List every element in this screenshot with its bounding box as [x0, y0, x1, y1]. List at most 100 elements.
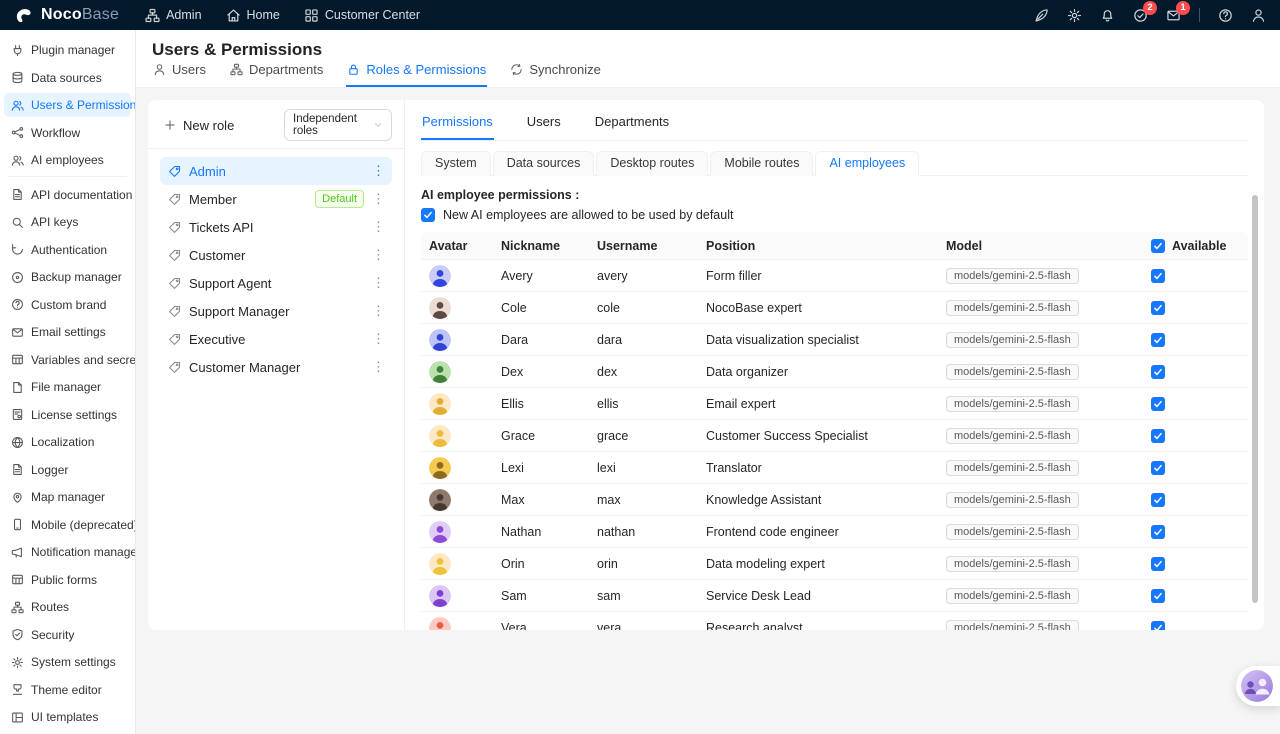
- permission-subtab-ai-employees[interactable]: AI employees: [815, 151, 919, 176]
- role-more-button[interactable]: ⋮: [372, 331, 384, 347]
- available-checkbox[interactable]: [1151, 269, 1165, 283]
- role-item-admin[interactable]: Admin⋮: [160, 157, 392, 185]
- tab-departments[interactable]: Departments: [229, 57, 324, 87]
- available-checkbox[interactable]: [1151, 557, 1165, 571]
- mail-icon: [11, 326, 24, 339]
- tasks-button[interactable]: 2: [1133, 8, 1148, 23]
- role-item-customer-manager[interactable]: Customer Manager⋮: [160, 353, 392, 381]
- sidebar-item-logger[interactable]: Logger: [4, 458, 131, 482]
- topbar-nav-home[interactable]: Home: [226, 8, 280, 23]
- sidebar-item-email-settings[interactable]: Email settings: [4, 320, 131, 344]
- permission-subtab-mobile-routes[interactable]: Mobile routes: [710, 151, 813, 176]
- permission-subtab-data-sources[interactable]: Data sources: [493, 151, 595, 176]
- default-ai-permission-row[interactable]: New AI employees are allowed to be used …: [421, 208, 1248, 222]
- topbar-divider: [1199, 8, 1200, 22]
- position-cell: Service Desk Lead: [698, 589, 938, 603]
- settings-button[interactable]: [1067, 8, 1082, 23]
- role-item-executive[interactable]: Executive⋮: [160, 325, 392, 353]
- role-type-select[interactable]: Independent roles: [284, 109, 392, 141]
- tag-icon: [168, 165, 181, 178]
- sidebar-item-map-manager[interactable]: Map manager: [4, 485, 131, 509]
- sitemap-icon: [11, 601, 24, 614]
- permission-subtab-system[interactable]: System: [421, 151, 491, 176]
- sidebar-item-custom-brand[interactable]: Custom brand: [4, 293, 131, 317]
- layout-icon: [11, 711, 24, 724]
- messages-button[interactable]: 1: [1166, 8, 1181, 23]
- table-row-orin: OrinorinData modeling expertmodels/gemin…: [421, 548, 1248, 580]
- account-button[interactable]: [1251, 8, 1266, 23]
- sidebar-item-mobile-deprecated[interactable]: Mobile (deprecated): [4, 513, 131, 537]
- sidebar-item-authentication[interactable]: Authentication: [4, 238, 131, 262]
- table-row-max: MaxmaxKnowledge Assistantmodels/gemini-2…: [421, 484, 1248, 516]
- sidebar-item-notification-manager[interactable]: Notification manager: [4, 540, 131, 564]
- sidebar-item-system-settings[interactable]: System settings: [4, 650, 131, 674]
- ai-permissions-label: AI employee permissions :: [421, 188, 1248, 202]
- sidebar-item-file-manager[interactable]: File manager: [4, 375, 131, 399]
- permissions-tab-departments[interactable]: Departments: [594, 108, 670, 140]
- available-checkbox[interactable]: [1151, 365, 1165, 379]
- role-item-support-agent[interactable]: Support Agent⋮: [160, 269, 392, 297]
- design-mode-button[interactable]: [1034, 8, 1049, 23]
- sidebar-item-backup-manager[interactable]: Backup manager: [4, 265, 131, 289]
- sidebar-item-users-permissions[interactable]: Users & Permissions: [4, 93, 131, 117]
- sidebar-item-workflow[interactable]: Workflow: [4, 121, 131, 145]
- available-checkbox[interactable]: [1151, 461, 1165, 475]
- ai-employees-fab-button[interactable]: [1236, 666, 1280, 706]
- topbar-actions: 21: [1034, 8, 1266, 23]
- pin-icon: [11, 491, 24, 504]
- available-checkbox[interactable]: [1151, 589, 1165, 603]
- sidebar-item-data-sources[interactable]: Data sources: [4, 66, 131, 90]
- new-role-button[interactable]: New role: [160, 118, 234, 133]
- sidebar-item-security[interactable]: Security: [4, 623, 131, 647]
- sidebar-item-routes[interactable]: Routes: [4, 595, 131, 619]
- permission-subtab-desktop-routes[interactable]: Desktop routes: [596, 151, 708, 176]
- sidebar-item-api-documentation[interactable]: API documentation: [4, 183, 131, 207]
- role-item-support-manager[interactable]: Support Manager⋮: [160, 297, 392, 325]
- permissions-tab-users[interactable]: Users: [526, 108, 562, 140]
- table-scrollbar[interactable]: [1252, 195, 1258, 603]
- permissions-tab-permissions[interactable]: Permissions: [421, 108, 494, 140]
- sidebar-item-variables-and-secrets[interactable]: Variables and secrets: [4, 348, 131, 372]
- role-more-button[interactable]: ⋮: [372, 163, 384, 179]
- home-icon: [226, 8, 241, 23]
- file-text-icon: [11, 188, 24, 201]
- available-checkbox[interactable]: [1151, 333, 1165, 347]
- role-more-button[interactable]: ⋮: [372, 275, 384, 291]
- available-checkbox[interactable]: [1151, 525, 1165, 539]
- sidebar-item-localization[interactable]: Localization: [4, 430, 131, 454]
- nocobase-logo[interactable]: NocoBase: [14, 5, 119, 25]
- sidebar-item-api-keys[interactable]: API keys: [4, 210, 131, 234]
- model-tag: models/gemini-2.5-flash: [946, 556, 1079, 572]
- sidebar-item-public-forms[interactable]: Public forms: [4, 568, 131, 592]
- default-ai-permission-checkbox[interactable]: [421, 208, 435, 222]
- role-more-button[interactable]: ⋮: [372, 303, 384, 319]
- sidebar-item-ai-employees[interactable]: AI employees: [4, 148, 131, 172]
- available-checkbox[interactable]: [1151, 429, 1165, 443]
- role-item-member[interactable]: MemberDefault⋮: [160, 185, 392, 213]
- available-checkbox[interactable]: [1151, 493, 1165, 507]
- sidebar-item-license-settings[interactable]: License settings: [4, 403, 131, 427]
- topbar-nav-customer-center[interactable]: Customer Center: [304, 8, 420, 23]
- tab-users[interactable]: Users: [152, 57, 207, 87]
- role-item-tickets-api[interactable]: Tickets API⋮: [160, 213, 392, 241]
- avatar: [429, 329, 451, 351]
- available-checkbox[interactable]: [1151, 397, 1165, 411]
- role-more-button[interactable]: ⋮: [372, 359, 384, 375]
- tab-synchronize[interactable]: Synchronize: [509, 57, 602, 87]
- sidebar-item-plugin-manager[interactable]: Plugin manager: [4, 38, 131, 62]
- role-more-button[interactable]: ⋮: [372, 247, 384, 263]
- username-cell: max: [589, 493, 698, 507]
- help-button[interactable]: [1218, 8, 1233, 23]
- available-checkbox[interactable]: [1151, 301, 1165, 315]
- tab-roles-permissions[interactable]: Roles & Permissions: [346, 57, 487, 87]
- role-more-button[interactable]: ⋮: [372, 191, 384, 207]
- sidebar-item-theme-editor[interactable]: Theme editor: [4, 678, 131, 702]
- available-checkbox[interactable]: [1151, 621, 1165, 631]
- role-more-button[interactable]: ⋮: [372, 219, 384, 235]
- role-item-customer[interactable]: Customer⋮: [160, 241, 392, 269]
- select-all-available-checkbox[interactable]: [1151, 239, 1165, 253]
- sidebar-item-ui-templates[interactable]: UI templates: [4, 705, 131, 729]
- topbar-nav-admin[interactable]: Admin: [145, 8, 201, 23]
- user-group-icon: [11, 99, 24, 112]
- notifications-button[interactable]: [1100, 8, 1115, 23]
